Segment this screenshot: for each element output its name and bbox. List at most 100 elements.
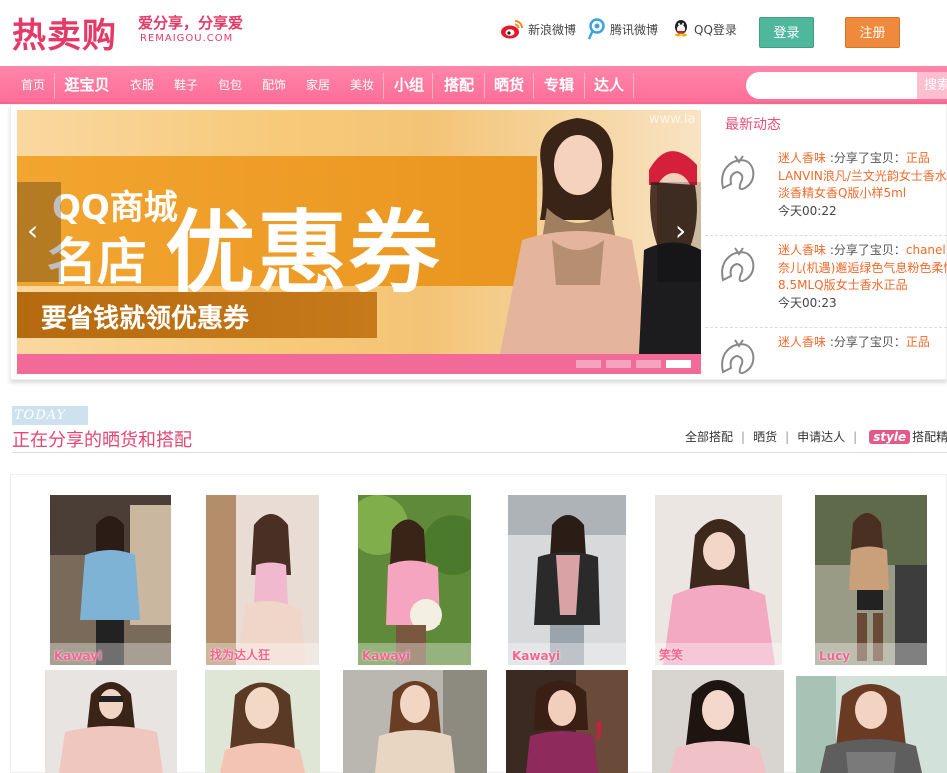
outfit-image: [652, 670, 784, 773]
nav-item-home[interactable]: 首页: [14, 66, 52, 104]
qq-login-label: QQ登录: [694, 22, 737, 37]
outfit-image: [815, 495, 927, 665]
site-header: 热卖购 爱分享，分享爱 REMAIGOU.COM 新浪微博 腾讯微博 QQ登录 …: [0, 0, 947, 66]
nav-item-groups[interactable]: 小组: [388, 66, 430, 104]
feed-time: 今天00:23: [778, 295, 837, 310]
feed-item-desc[interactable]: 8.5MLQ版女士香水正品: [778, 277, 947, 295]
banner-coupon-headline: 优惠券: [165, 201, 441, 306]
banner-dot-active[interactable]: [666, 360, 691, 368]
promo-banner[interactable]: www.la QQ商城 名店 优惠券 要省钱就领优惠券 ‹ ›: [17, 110, 701, 374]
search-button[interactable]: 搜索: [917, 72, 947, 99]
nav-divider: [432, 73, 433, 99]
outfit-photo[interactable]: 找为达人狂: [206, 495, 319, 665]
link-separator: |: [741, 429, 746, 444]
tencent-weibo-label: 腾讯微博: [610, 22, 659, 37]
login-button[interactable]: 登录: [759, 17, 814, 48]
nav-item-browse[interactable]: 逛宝贝: [58, 66, 116, 104]
feed-item: 迷人香味 :分享了宝贝：chanel 奈儿(机遇)邂逅绿色气息粉色柔情 8.5M…: [705, 236, 947, 328]
user-avatar[interactable]: [715, 152, 759, 196]
feed-item-desc[interactable]: LANVIN浪凡/兰文光韵女士香水: [778, 168, 947, 186]
outfit-image: [655, 495, 782, 665]
link-all-outfits[interactable]: 全部搭配: [685, 428, 733, 445]
photo-username[interactable]: Kawayi: [512, 649, 560, 663]
sina-weibo-link[interactable]: 新浪微博: [500, 18, 576, 40]
tencent-weibo-link[interactable]: 腾讯微博: [586, 18, 658, 40]
register-button[interactable]: 注册: [845, 17, 900, 48]
banner-next-button[interactable]: ›: [657, 182, 701, 282]
nav-item-clothes[interactable]: 衣服: [124, 66, 160, 104]
qq-login-link[interactable]: QQ登录: [672, 18, 737, 40]
nav-divider: [584, 73, 585, 99]
banner-famous-shop: 名店: [47, 233, 147, 291]
feed-item-desc[interactable]: 淡香精女香Q版小样5ml: [778, 185, 947, 203]
feed-user-link[interactable]: 迷人香味: [778, 335, 826, 349]
outfit-image: [343, 670, 487, 773]
outfit-photo[interactable]: [652, 670, 784, 773]
feed-action: :分享了宝贝：: [826, 151, 906, 165]
nav-divider: [54, 73, 55, 99]
photo-username[interactable]: Lucy: [819, 649, 850, 663]
link-showoff[interactable]: 晒货: [753, 428, 777, 445]
nav-item-experts[interactable]: 达人: [588, 66, 630, 104]
outfit-image: [358, 495, 471, 665]
style-badge: style: [869, 429, 911, 444]
feed-user-link[interactable]: 迷人香味: [778, 243, 826, 257]
nav-item-showoff[interactable]: 晒货: [488, 66, 530, 104]
outfit-photo[interactable]: [343, 670, 487, 773]
nav-item-home-goods[interactable]: 家居: [300, 66, 336, 104]
banner-prev-button[interactable]: ‹: [17, 182, 61, 282]
feed-item-link[interactable]: chanel: [906, 243, 946, 257]
logo-text: 热卖购: [12, 16, 117, 56]
section-divider: [12, 452, 947, 453]
user-avatar[interactable]: [715, 336, 759, 374]
outfit-image: [206, 495, 319, 665]
photo-username[interactable]: Kawayi: [54, 649, 102, 663]
banner-subtitle: 要省钱就领优惠券: [41, 304, 250, 334]
outfit-photo[interactable]: 笑笑: [655, 495, 782, 665]
banner-dot[interactable]: [636, 360, 661, 368]
outfit-photo[interactable]: Lucy: [815, 495, 927, 665]
outfit-image: [506, 670, 628, 773]
link-featured-outfits[interactable]: 搭配精选: [912, 428, 947, 445]
nav-item-accessories[interactable]: 配饰: [256, 66, 292, 104]
search-input[interactable]: [746, 72, 922, 99]
feed-item-link[interactable]: 正品: [906, 335, 930, 349]
nav-item-shoes[interactable]: 鞋子: [168, 66, 204, 104]
section-title: 正在分享的晒货和搭配: [12, 430, 192, 451]
nav-divider: [484, 73, 485, 99]
feed-action: :分享了宝贝：: [826, 243, 906, 257]
banner-dot[interactable]: [606, 360, 631, 368]
nav-divider: [383, 73, 384, 99]
photo-username[interactable]: 笑笑: [659, 646, 683, 663]
outfit-photo[interactable]: [506, 670, 628, 773]
nav-item-albums[interactable]: 专辑: [537, 66, 581, 104]
feed-text: 迷人香味 :分享了宝贝：chanel 奈儿(机遇)邂逅绿色气息粉色柔情 8.5M…: [778, 242, 947, 312]
outfit-photo[interactable]: Kawayi: [50, 495, 171, 665]
chevron-right-icon: ›: [675, 214, 687, 247]
feed-title: 最新动态: [725, 117, 781, 133]
link-apply-expert[interactable]: 申请达人: [797, 428, 845, 445]
nav-item-outfits[interactable]: 搭配: [437, 66, 481, 104]
outfit-photo[interactable]: Kawayi: [358, 495, 471, 665]
latest-activity-feed: 最新动态 迷人香味 :分享了宝贝：正品 LANVIN浪凡/兰文光韵女士香水 淡香…: [705, 110, 947, 374]
outfit-photo[interactable]: [45, 670, 177, 773]
outfit-image: [796, 676, 947, 773]
outfit-image: [205, 670, 320, 773]
outfit-image: [45, 670, 177, 773]
outfit-photo[interactable]: [796, 676, 947, 773]
feed-item-link[interactable]: 正品: [906, 151, 930, 165]
photo-username[interactable]: Kawayi: [362, 649, 410, 663]
banner-dot[interactable]: [576, 360, 601, 368]
nav-item-beauty[interactable]: 美妆: [344, 66, 380, 104]
outfit-photo[interactable]: Kawayi: [508, 495, 626, 665]
feed-item-desc[interactable]: 奈儿(机遇)邂逅绿色气息粉色柔情: [778, 260, 947, 278]
outfit-photo[interactable]: [205, 670, 320, 773]
tencent-weibo-icon: [586, 18, 606, 40]
nav-item-bags[interactable]: 包包: [212, 66, 248, 104]
feed-user-link[interactable]: 迷人香味: [778, 151, 826, 165]
feed-item: 迷人香味 :分享了宝贝：正品 LANVIN浪凡/兰文光韵女士香水 淡香精女香Q版…: [705, 144, 947, 236]
feed-action: :分享了宝贝：: [826, 335, 906, 349]
user-avatar[interactable]: [715, 244, 759, 288]
nav-divider: [633, 73, 634, 99]
photo-username[interactable]: 找为达人狂: [210, 646, 270, 663]
